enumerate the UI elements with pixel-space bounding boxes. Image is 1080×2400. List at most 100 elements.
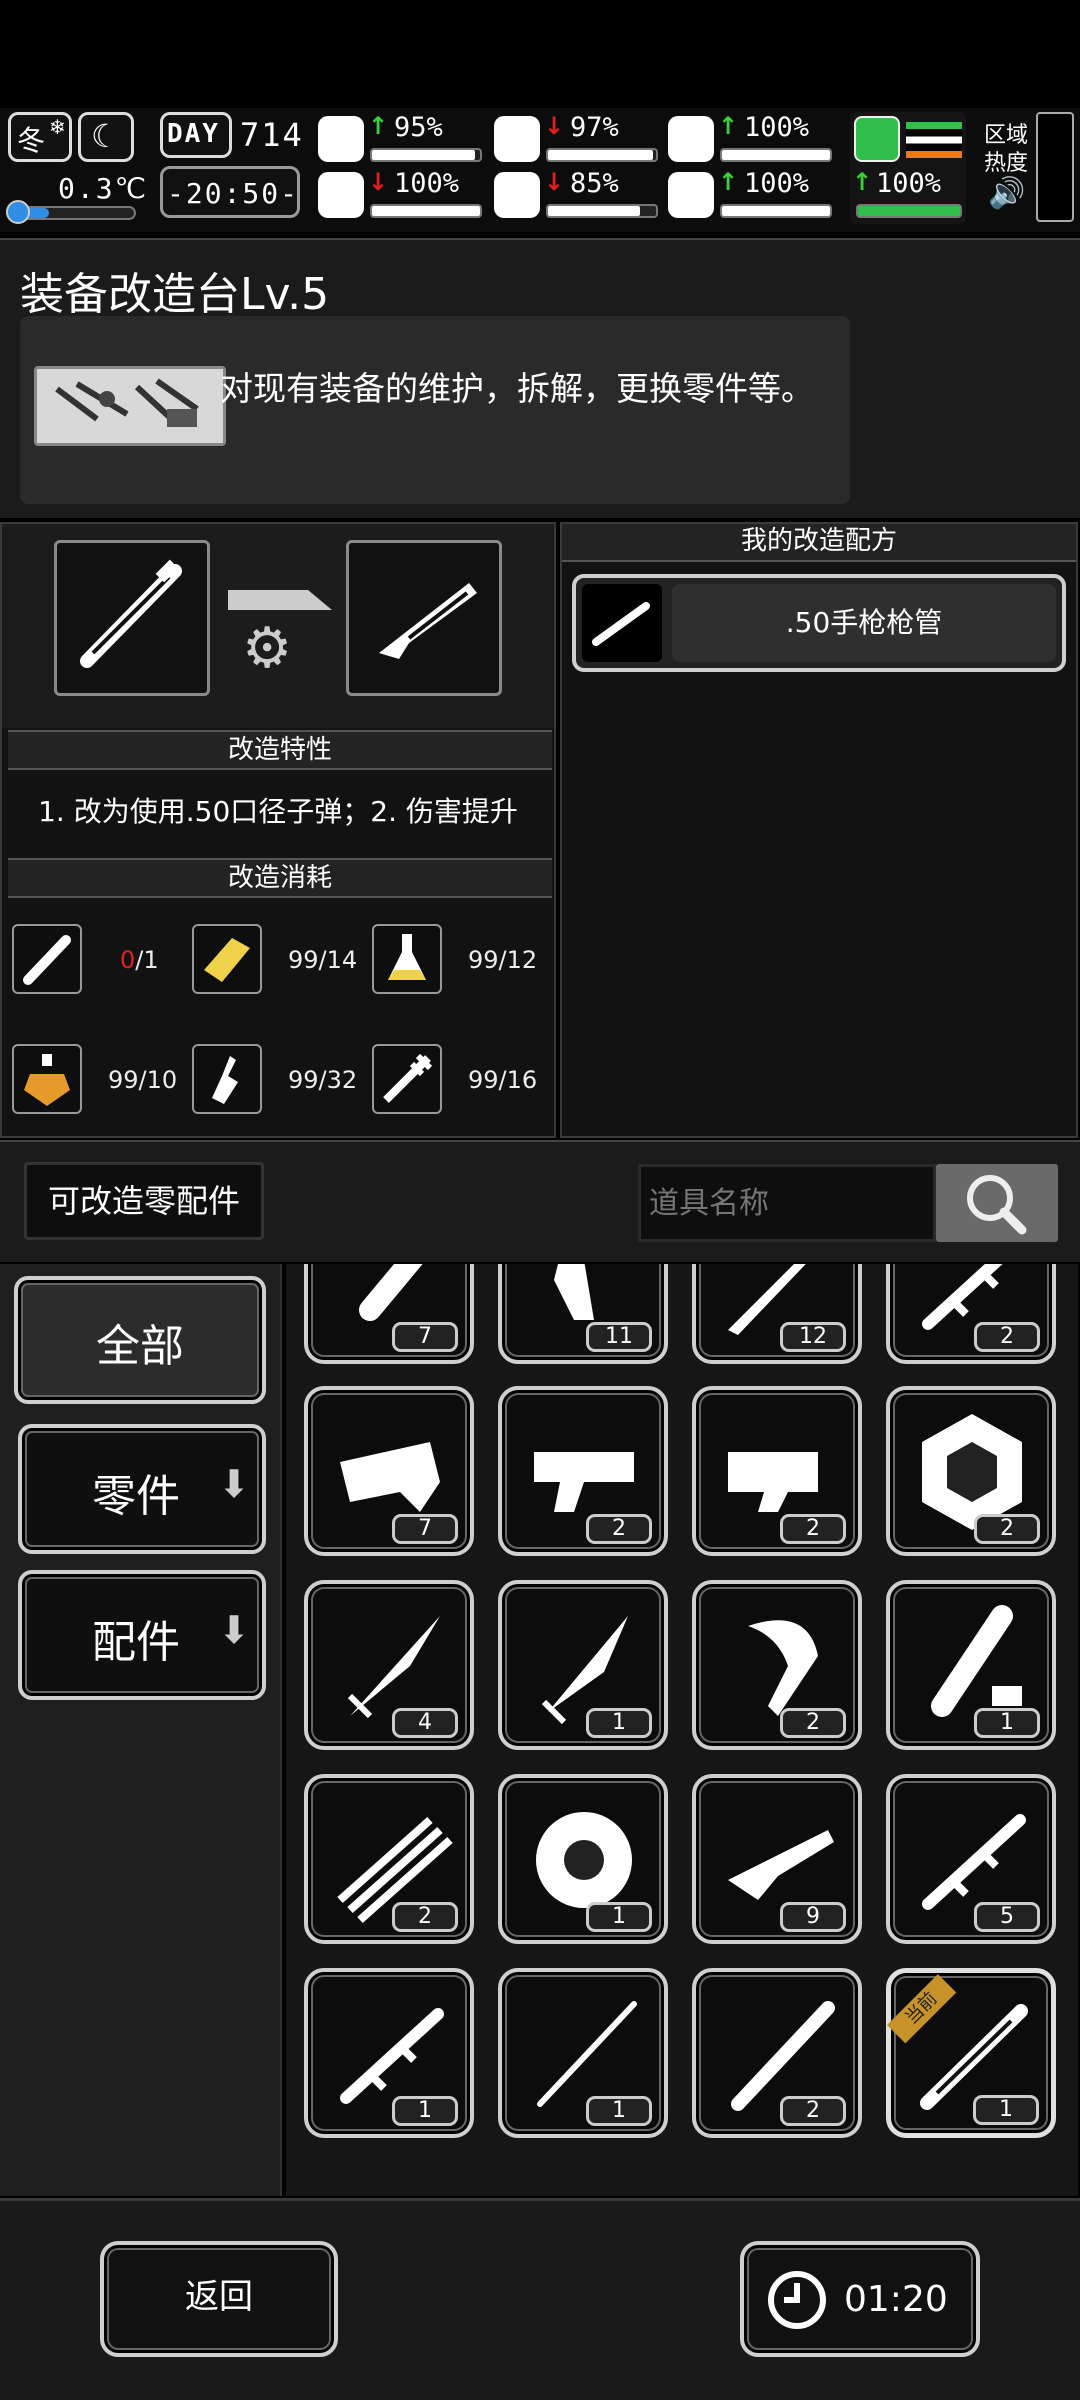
cost-value: 99/10: [108, 1066, 178, 1094]
part-cell[interactable]: 1: [304, 1968, 474, 2138]
stat-mood: ↓ 100%: [318, 168, 488, 224]
count-badge: 2: [586, 1514, 652, 1544]
part-cell[interactable]: 4: [304, 1580, 474, 1750]
stripes-icon: [906, 122, 962, 158]
trend-up-icon: ↑: [718, 112, 739, 140]
stat-bar: [370, 148, 482, 162]
part-cell[interactable]: 1: [498, 1774, 668, 1944]
pipe-icon: [12, 924, 82, 994]
pistol-barrel-icon: [582, 584, 662, 662]
status-bar: 冬 ❄ ☾ 0.3℃ DAY 714 -20:50- ↑ 95% ↓ 97% ↑ 100%…: [0, 108, 1080, 232]
count-badge: 5: [974, 1902, 1040, 1932]
filter-accessories[interactable]: 配件 ⬇: [18, 1570, 266, 1700]
thermometer-icon: [6, 200, 30, 224]
part-cell[interactable]: 7: [304, 1264, 474, 1364]
boot-bar: [856, 204, 962, 218]
cost-header: 改造消耗: [8, 858, 552, 898]
part-cell[interactable]: 11: [498, 1264, 668, 1364]
temperature: 0.3℃: [58, 172, 149, 205]
part-cell[interactable]: 2: [304, 1774, 474, 1944]
stat-hunger: ↓ 97%: [494, 112, 664, 168]
count-badge: 2: [780, 1708, 846, 1738]
count-badge: 1: [973, 2095, 1039, 2125]
flask-icon: [372, 924, 442, 994]
timer-value: 01:20: [844, 2279, 948, 2320]
lung-icon: [668, 116, 714, 162]
count-badge: 7: [392, 1322, 458, 1352]
trend-down-icon: ↓: [544, 112, 565, 140]
zone-heat-meter: [1036, 112, 1074, 222]
tab-moddable-parts[interactable]: 可改造零配件: [24, 1162, 264, 1240]
stat-value: 97%: [570, 112, 619, 143]
part-cell[interactable]: 1 当前: [886, 1968, 1056, 2138]
medkit-icon: [318, 116, 364, 162]
game-clock: -20:50-: [167, 177, 300, 210]
cost-value: 99/12: [468, 946, 538, 974]
count-badge: 1: [392, 2096, 458, 2126]
pistol-barrel-icon: [80, 559, 182, 668]
result-item-slot[interactable]: [346, 540, 502, 696]
mod-preview: ⚙: [2, 524, 554, 728]
stat-value: 100%: [744, 168, 810, 199]
count-badge: 1: [586, 1902, 652, 1932]
count-badge: 2: [974, 1514, 1040, 1544]
part-cell[interactable]: 12: [692, 1264, 862, 1364]
season-label: 冬: [17, 124, 46, 157]
part-cell[interactable]: 2: [692, 1968, 862, 2138]
stat-heart: ↑ 100%: [668, 168, 838, 224]
speaker-icon[interactable]: 🔊: [988, 176, 1025, 211]
search-input[interactable]: [638, 1164, 936, 1242]
station-title: 装备改造台Lv.5: [20, 269, 330, 320]
syringe-icon: [372, 1044, 442, 1114]
part-cell[interactable]: 2: [886, 1264, 1056, 1364]
trend-up-icon: ↑: [718, 168, 739, 196]
part-cell[interactable]: 2: [692, 1580, 862, 1750]
stat-bar: [370, 204, 482, 218]
season-box: 冬 ❄: [8, 112, 72, 162]
filter-sidebar: 全部 零件 ⬇ 配件 ⬇: [0, 1264, 282, 2196]
count-badge: 1: [974, 1708, 1040, 1738]
stat-value: 95%: [394, 112, 443, 143]
station-header: 装备改造台Lv.5 对现有装备的维护，拆解，更换零件等。: [0, 238, 1080, 518]
part-cell[interactable]: 9: [692, 1774, 862, 1944]
zone-heat-label: 区域热度: [984, 123, 1029, 176]
clock-icon: [768, 2271, 826, 2329]
timer-button[interactable]: 01:20: [740, 2241, 980, 2357]
gold-bar-icon: [192, 924, 262, 994]
day-label-box: DAY: [160, 112, 232, 158]
recipe-panel: 我的改造配方 .50手枪枪管: [560, 522, 1078, 1138]
source-item-slot[interactable]: [54, 540, 210, 696]
cost-value: 99/32: [288, 1066, 358, 1094]
trend-up-icon: ↑: [368, 112, 389, 140]
stat-health: ↑ 95%: [318, 112, 488, 168]
part-cell[interactable]: 1: [498, 1580, 668, 1750]
moon-icon: ☾: [91, 117, 120, 155]
part-cell[interactable]: 5: [886, 1774, 1056, 1944]
part-cell[interactable]: 1: [498, 1968, 668, 2138]
part-cell[interactable]: 7: [304, 1386, 474, 1556]
count-badge: 1: [586, 1708, 652, 1738]
count-badge: 11: [586, 1322, 652, 1352]
potion-icon: [12, 1044, 82, 1114]
filter-all[interactable]: 全部: [14, 1276, 266, 1404]
traits-text: 1. 改为使用.50口径子弹；2. 伤害提升: [38, 795, 518, 828]
parts-grid: 7 11 12 2 7 2 2 2 4 1 2 1 2 1 9 5 1 1 2 1 当前: [286, 1264, 1078, 2196]
part-cell[interactable]: 1: [886, 1580, 1056, 1750]
search-button[interactable]: [936, 1164, 1058, 1242]
recipe-item[interactable]: .50手枪枪管: [572, 574, 1066, 672]
app-root: { "status": { "season": "冬", "temperatur…: [0, 0, 1080, 2400]
search-icon: [967, 1175, 1027, 1235]
workbench-icon: [34, 366, 226, 446]
gear-icon: ⚙: [242, 616, 293, 681]
boot-value: 100%: [876, 168, 942, 199]
part-cell[interactable]: 2: [692, 1386, 862, 1556]
back-button[interactable]: 返回: [100, 2241, 338, 2357]
filter-parts[interactable]: 零件 ⬇: [18, 1424, 266, 1554]
cost-value: 99/14: [288, 946, 358, 974]
day-label: DAY: [167, 119, 220, 149]
count-badge: 12: [780, 1322, 846, 1352]
part-cell[interactable]: 2: [886, 1386, 1056, 1556]
pistol-slide-icon: [379, 583, 477, 659]
part-cell[interactable]: 2: [498, 1386, 668, 1556]
convert-arrow-icon: [228, 580, 332, 610]
